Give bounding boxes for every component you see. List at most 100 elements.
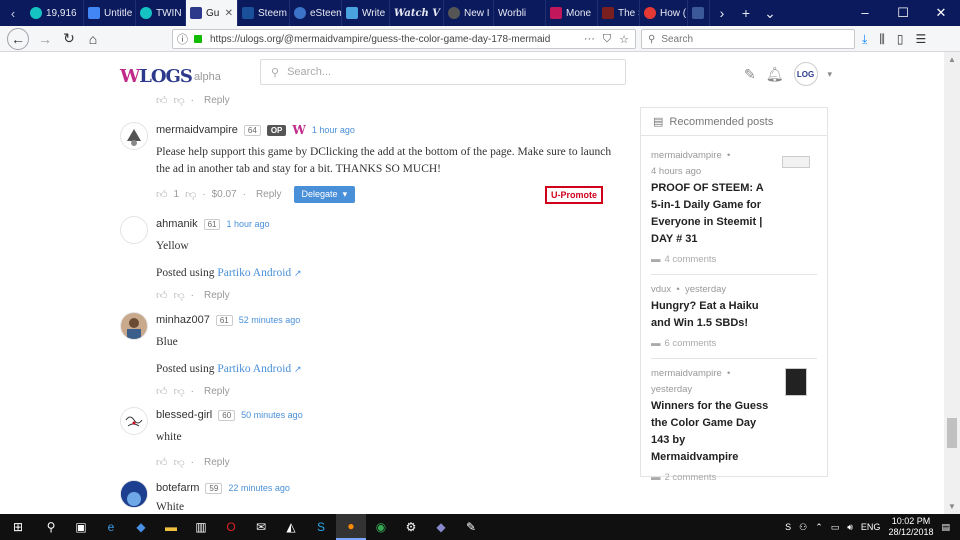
post-author[interactable]: mermaidvampire — [651, 368, 722, 379]
thumbs-down-icon[interactable]: 👎︎ — [174, 289, 185, 302]
delegate-button[interactable]: Delegate ▾ — [293, 186, 356, 203]
maximize-icon[interactable]: ☐ — [884, 5, 922, 21]
browser-tab[interactable]: Untitle — [84, 0, 136, 26]
payout-amount[interactable]: $0.07 — [212, 189, 237, 200]
bookmark-star-icon[interactable]: ☆ — [619, 33, 629, 46]
browser-tab[interactable]: Mone — [546, 0, 598, 26]
app-link[interactable]: Partiko Android — [217, 267, 291, 279]
input-language[interactable]: ENG — [861, 522, 881, 532]
browser-tab-active[interactable]: Gu ✕ — [186, 0, 238, 26]
forward-arrow-icon[interactable]: → — [33, 27, 57, 51]
sidebar-toggle-icon[interactable]: ▯ — [897, 32, 904, 46]
people-icon[interactable]: ⚇ — [799, 522, 807, 533]
thumbs-down-icon[interactable]: 👎︎ — [174, 385, 185, 398]
page-scrollbar[interactable]: ▲ ▼ — [944, 52, 960, 514]
avatar[interactable] — [120, 216, 148, 244]
thumbs-up-icon[interactable]: 👍︎ — [156, 289, 168, 302]
post-thumbnail[interactable] — [782, 156, 810, 168]
thumbs-down-icon[interactable]: 👎︎ — [174, 456, 185, 469]
post-title[interactable]: Hungry? Eat a Haiku and Win 1.5 SBDs! — [651, 298, 781, 332]
edge-browser-icon[interactable]: e — [96, 514, 126, 540]
browser-tab[interactable]: How ( — [640, 0, 688, 26]
thumbs-up-icon[interactable]: 👍︎ — [156, 385, 168, 398]
home-icon[interactable]: ⌂ — [81, 27, 105, 51]
u-promote-button[interactable]: U-Promote — [545, 186, 604, 204]
scrollbar-thumb[interactable] — [947, 418, 957, 448]
comment-timestamp[interactable]: 52 minutes ago — [239, 315, 301, 325]
user-avatar[interactable]: LOG — [793, 62, 818, 86]
menu-icon[interactable]: ☰ — [915, 32, 926, 46]
browser-tab[interactable]: The S — [598, 0, 640, 26]
address-bar[interactable]: ⓘ https://ulogs.org/@mermaidvampire/gues… — [172, 29, 636, 49]
close-tab-icon[interactable]: ✕ — [225, 8, 233, 19]
file-explorer-icon[interactable]: ▬ — [156, 514, 186, 540]
reply-link[interactable]: Reply — [256, 189, 282, 200]
reply-link[interactable]: Reply — [204, 386, 230, 397]
vote-count[interactable]: 1 — [174, 189, 180, 200]
recommended-post[interactable]: vdux • yesterday Hungry? Eat a Haiku and… — [651, 282, 817, 349]
thumbs-up-icon[interactable]: 👍︎ — [156, 456, 168, 469]
opera-icon[interactable]: O — [216, 514, 246, 540]
back-arrow-icon[interactable]: ← — [7, 27, 29, 50]
post-author[interactable]: vdux — [651, 284, 671, 295]
url-text[interactable]: https://ulogs.org/@mermaidvampire/guess-… — [210, 34, 578, 45]
chevron-down-icon[interactable]: ▾ — [828, 69, 833, 80]
settings-gear-icon[interactable]: ⚙ — [396, 514, 426, 540]
site-info-icon[interactable]: ⓘ — [177, 31, 188, 47]
thumbs-down-icon[interactable]: 👎︎ — [185, 188, 196, 201]
reply-link[interactable]: Reply — [204, 457, 230, 468]
app-icon[interactable]: ◆ — [426, 514, 456, 540]
search-icon[interactable]: ⚲ — [36, 514, 66, 540]
close-window-icon[interactable]: ✕ — [922, 5, 960, 21]
post-thumbnail[interactable] — [785, 368, 807, 396]
dropbox-icon[interactable]: ◆ — [126, 514, 156, 540]
comment-timestamp[interactable]: 50 minutes ago — [241, 410, 303, 420]
browser-tab[interactable]: 19,916 — [26, 0, 84, 26]
avatar[interactable] — [120, 407, 148, 435]
post-title[interactable]: Winners for the Guess the Color Game Day… — [651, 398, 775, 466]
browser-tab[interactable]: Watch V — [390, 0, 444, 26]
browser-tab[interactable]: eSteem — [290, 0, 342, 26]
avatar[interactable] — [120, 312, 148, 340]
reply-link[interactable]: Reply — [204, 290, 230, 301]
firefox-icon[interactable]: ● — [336, 514, 366, 540]
notifications-bell-icon[interactable]: 🔔︎ — [766, 66, 784, 83]
mail-icon[interactable]: ✉ — [246, 514, 276, 540]
new-tab-icon[interactable]: + — [734, 5, 758, 21]
browser-tab[interactable]: Steem — [238, 0, 290, 26]
scroll-up-icon[interactable]: ▲ — [948, 55, 956, 64]
chevron-up-icon[interactable]: ⌃ — [815, 522, 823, 533]
comment-timestamp[interactable]: 22 minutes ago — [228, 483, 290, 493]
reply-link[interactable]: Reply — [204, 95, 230, 106]
app-link[interactable]: Partiko Android — [217, 363, 291, 375]
network-icon[interactable]: ▭ — [831, 522, 840, 533]
comment-count[interactable]: 2 comments — [665, 472, 717, 483]
comment-count[interactable]: 6 comments — [665, 338, 717, 349]
library-icon[interactable]: ⫼ — [879, 32, 885, 47]
comment-timestamp[interactable]: 1 hour ago — [312, 125, 355, 135]
tab-scroll-left-icon[interactable]: ‹ — [0, 0, 26, 26]
browser-tab[interactable]: Worbli — [494, 0, 546, 26]
browser-search-field[interactable]: ⚲ Search — [641, 29, 855, 49]
browser-tab[interactable]: New I — [444, 0, 494, 26]
browser-tab[interactable]: Write — [342, 0, 390, 26]
comment-author[interactable]: blessed-girl — [156, 409, 212, 421]
recommended-post[interactable]: mermaidvampire • 4 hours ago PROOF OF ST… — [651, 148, 817, 265]
comment-author[interactable]: mermaidvampire — [156, 124, 238, 136]
thumbs-up-icon[interactable]: 👍︎ — [156, 94, 168, 107]
skype-icon[interactable]: S — [306, 514, 336, 540]
task-view-icon[interactable]: ▣ — [66, 514, 96, 540]
tab-scroll-right-icon[interactable]: › — [710, 5, 734, 21]
action-center-icon[interactable]: ▤ — [941, 522, 950, 533]
pocket-icon[interactable]: ⛉ — [603, 33, 611, 46]
browser-tab[interactable] — [688, 0, 710, 26]
thumbs-down-icon[interactable]: 👎︎ — [174, 94, 185, 107]
minimize-icon[interactable]: – — [846, 5, 884, 21]
post-title[interactable]: PROOF OF STEEM: A 5-in-1 Daily Game for … — [651, 180, 771, 248]
maps-icon[interactable]: ◭ — [276, 514, 306, 540]
compose-pen-icon[interactable]: ✎ — [744, 66, 756, 83]
windows-start-icon[interactable]: ⊞ — [0, 514, 36, 540]
tab-list-icon[interactable]: ⌄ — [758, 5, 782, 22]
recommended-post[interactable]: mermaidvampire • yesterday Winners for t… — [651, 366, 817, 483]
comment-author[interactable]: ahmanik — [156, 218, 198, 230]
